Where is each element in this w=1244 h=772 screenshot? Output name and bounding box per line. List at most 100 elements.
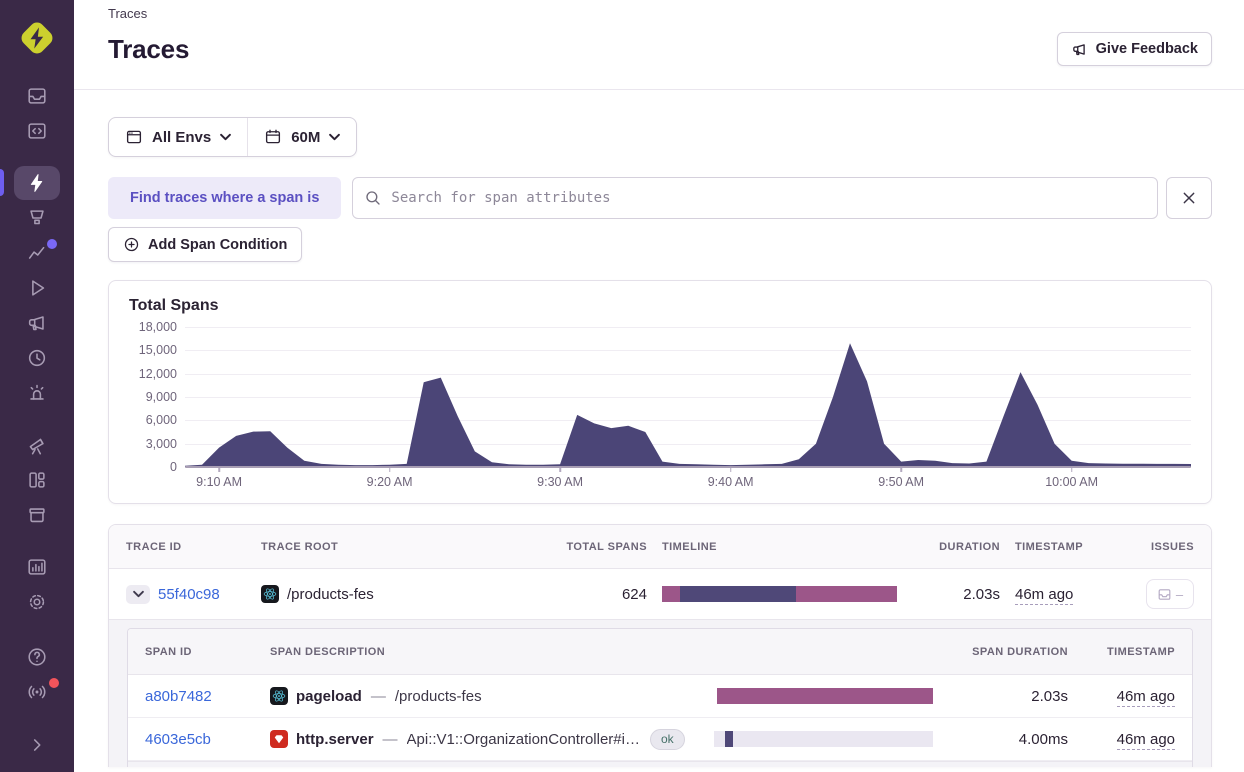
span-timestamp-value: 46m ago [1117,731,1175,750]
chart-x-axis: 9:10 AM9:20 AM9:30 AM9:40 AM9:50 AM10:00… [185,467,1191,493]
react-project-icon [261,585,279,603]
give-feedback-button[interactable]: Give Feedback [1057,32,1212,66]
sidebar-item-collapse-sidebar[interactable] [0,727,74,762]
col-trace-id: TRACE ID [126,541,246,553]
time-range-filter[interactable]: 60M [248,118,356,156]
sidebar-nav [0,78,74,636]
col-timeline: TIMELINE [662,541,897,553]
chevron-right-icon [26,734,48,756]
issues-inbox-icon [1157,587,1172,602]
y-axis-label: 12,000 [129,366,177,382]
chevron-down-icon [133,590,144,598]
sidebar-bottom-items [0,639,74,709]
trace-timestamp: 46m ago [1015,586,1119,603]
app-root: Traces Traces Give Feedback All Envs [0,0,1244,772]
sentry-logo[interactable] [17,18,57,58]
span-status-badge: ok [650,729,685,750]
close-icon [1181,190,1197,206]
sidebar-item-issues[interactable] [0,78,74,113]
sidebar-item-explore[interactable] [0,165,74,200]
sidebar-item-crons[interactable] [0,340,74,375]
span-timeline [714,731,933,747]
spans-table: SPAN ID SPAN DESCRIPTION SPAN DURATION T… [127,628,1193,767]
sidebar-item-discover[interactable] [0,427,74,462]
chart-y-axis: 03,0006,0009,00012,00015,00018,000 [129,327,177,467]
trace-id-link[interactable]: 55f40c98 [158,586,220,603]
sidebar-item-whats-new[interactable] [0,674,74,709]
col-issues: ISSUES [1134,541,1194,553]
col-span-description: SPAN DESCRIPTION [270,646,699,658]
y-axis-label: 0 [129,459,177,475]
broadcast-icon [26,681,48,703]
filter-bar: All Envs 60M [108,117,357,157]
spans-table-header: SPAN ID SPAN DESCRIPTION SPAN DURATION T… [128,629,1192,675]
col-timestamp: TIMESTAMP [1015,541,1119,553]
page-title: Traces [108,34,189,65]
sidebar-item-replays[interactable] [0,270,74,305]
span-timestamp: 46m ago [1083,688,1175,705]
span-id-link[interactable]: 4603e5cb [145,731,255,748]
total-spans-value: 624 [537,586,647,603]
y-axis-label: 9,000 [129,389,177,405]
notification-dot [47,676,61,690]
sidebar-item-releases[interactable] [0,497,74,532]
environment-filter[interactable]: All Envs [109,118,247,156]
x-axis-label: 10:00 AM [1045,475,1098,489]
clear-search-button[interactable] [1166,177,1212,219]
span-timestamp: 46m ago [1083,731,1175,748]
sidebar-item-alerts[interactable] [0,375,74,410]
sidebar-item-pipeline[interactable] [0,200,74,235]
layout-icon [26,469,48,491]
sidebar-item-dashboards[interactable] [0,462,74,497]
sidebar-item-settings[interactable] [0,584,74,619]
stats-icon [26,556,48,578]
sidebar-group [0,549,74,619]
add-span-condition-button[interactable]: Add Span Condition [108,227,302,262]
trace-row[interactable]: 55f40c98 /products-fes 624 2.03s 46m ago [109,569,1211,619]
x-axis-tick [1071,468,1073,472]
span-row: 4603e5cb http.server — Api::V1::Organiza… [128,718,1192,761]
x-axis-tick [900,468,902,472]
sidebar-item-help[interactable] [0,639,74,674]
page-content: All Envs 60M Find traces where a span is [74,90,1244,772]
inbox-icon [26,85,48,107]
span-id-link[interactable]: a80b7482 [145,688,255,705]
total-spans-area-series [185,327,1191,467]
add-span-condition-label: Add Span Condition [148,237,287,253]
next-span-row-partial [128,761,1192,767]
span-description: /products-fes [395,688,482,705]
span-attributes-search-input[interactable] [352,177,1158,219]
span-duration-bar [717,688,933,704]
sidebar-group [0,427,74,532]
x-axis-label: 9:40 AM [708,475,754,489]
sidebar [0,0,74,772]
trace-timestamp-value: 46m ago [1015,586,1073,605]
sidebar-item-user-feedback[interactable] [0,305,74,340]
chevron-down-icon [220,133,231,141]
col-trace-root: TRACE ROOT [261,541,522,553]
react-project-icon [270,687,288,705]
span-duration: 4.00ms [948,731,1068,748]
siren-icon [26,382,48,404]
col-total-spans: TOTAL SPANS [537,541,647,553]
time-range-filter-label: 60M [291,129,320,146]
collapse-trace-button[interactable] [126,585,150,604]
react-atom-icon [263,587,277,601]
x-axis-tick [389,468,391,472]
clock-icon [26,347,48,369]
megaphone-icon [1071,41,1088,58]
area-series-shape [185,343,1191,467]
sidebar-item-stats[interactable] [0,549,74,584]
main-area: Traces Traces Give Feedback All Envs [74,0,1244,772]
chevron-down-icon [329,133,340,141]
y-axis-label: 15,000 [129,342,177,358]
col-span-duration: SPAN DURATION [948,646,1068,658]
code-folder-icon [26,120,48,142]
trace-timeline [662,586,897,602]
breadcrumb[interactable]: Traces [108,4,147,21]
chart-plot [185,327,1191,467]
sidebar-item-projects[interactable] [0,113,74,148]
sidebar-item-insights[interactable] [0,235,74,270]
megaphone-icon [26,312,48,334]
span-op: pageload [296,688,362,705]
